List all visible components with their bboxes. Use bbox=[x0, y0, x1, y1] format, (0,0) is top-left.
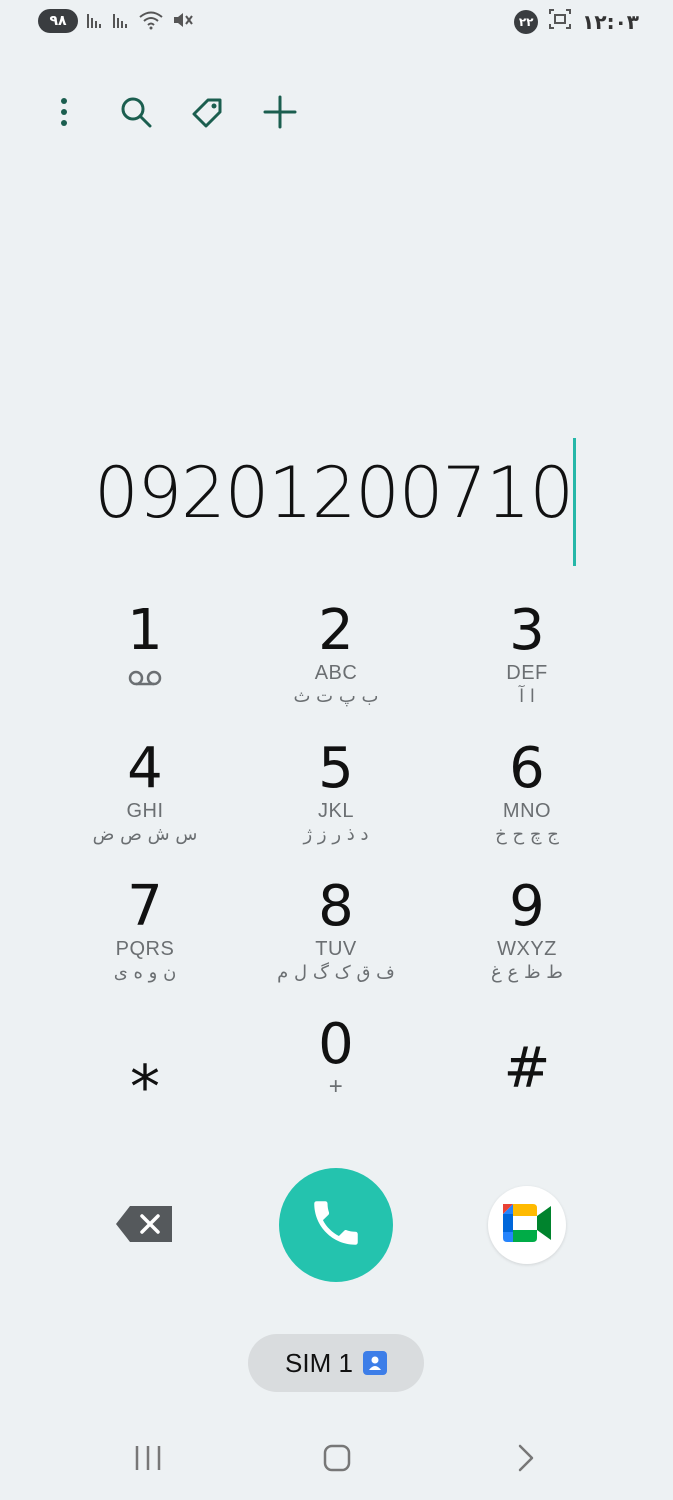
key-letters: ABC bbox=[314, 662, 358, 684]
sim-selector[interactable]: SIM 1 bbox=[248, 1334, 424, 1392]
battery-indicator: ۹۸ bbox=[38, 9, 78, 33]
screenshot-icon bbox=[548, 8, 572, 35]
sim-label: SIM 1 bbox=[285, 1347, 353, 1378]
add-button[interactable] bbox=[258, 92, 302, 136]
key-digit: 0 bbox=[318, 1012, 354, 1077]
video-call-button[interactable] bbox=[488, 1186, 566, 1264]
status-right: ۲۲ ۱۲:۰۳ bbox=[514, 8, 639, 35]
key-letters: + bbox=[328, 1073, 344, 1100]
search-button[interactable] bbox=[114, 92, 158, 136]
key-digit: 8 bbox=[318, 874, 354, 939]
navigation-bar bbox=[0, 1428, 673, 1488]
key-letters: TUV bbox=[315, 938, 357, 960]
key-9[interactable]: 9 WXYZ ط ظ ع غ bbox=[432, 876, 622, 1006]
key-0[interactable]: 0 + bbox=[241, 1014, 431, 1144]
key-persian-letters: ف ق ک گ ل م bbox=[277, 962, 395, 983]
action-row bbox=[0, 1168, 673, 1282]
key-8[interactable]: 8 TUV ف ق ک گ ل م bbox=[241, 876, 431, 1006]
clock: ۱۲:۰۳ bbox=[582, 9, 639, 34]
key-letters: GHI bbox=[126, 800, 164, 822]
more-options-icon bbox=[59, 96, 69, 133]
wifi-icon bbox=[138, 10, 164, 35]
dial-pad: 1 2 ABC ب پ ت ث 3 DEF ا آ 4 GHI س ش ص ض … bbox=[50, 600, 622, 1152]
backspace-icon bbox=[116, 1206, 174, 1248]
key-7[interactable]: 7 PQRS ن و ه ی bbox=[50, 876, 240, 1006]
number-input[interactable]: 09201200710 bbox=[0, 438, 673, 566]
key-letters: WXYZ bbox=[497, 938, 557, 960]
key-letters: PQRS bbox=[115, 938, 175, 960]
voicemail-icon bbox=[128, 670, 162, 691]
tag-button[interactable] bbox=[186, 92, 230, 136]
key-persian-letters: ب پ ت ث bbox=[293, 686, 379, 707]
key-digit: 9 bbox=[509, 874, 545, 939]
tag-icon bbox=[190, 94, 226, 135]
status-bar: ۹۸ ۲۲ ۱۲:۰۳ bbox=[0, 0, 673, 44]
key-digit: # bbox=[503, 1036, 551, 1101]
dialed-number: 09201200710 bbox=[94, 452, 574, 534]
text-cursor bbox=[573, 438, 576, 566]
key-4[interactable]: 4 GHI س ش ص ض bbox=[50, 738, 240, 868]
back-button[interactable] bbox=[496, 1438, 556, 1482]
chevron-right-icon bbox=[515, 1443, 537, 1478]
key-1[interactable]: 1 bbox=[50, 600, 240, 730]
key-letters: DEF bbox=[506, 662, 548, 684]
toolbar bbox=[42, 92, 302, 136]
google-meet-icon bbox=[501, 1202, 553, 1249]
key-letters: MNO bbox=[502, 800, 552, 822]
phone-icon bbox=[307, 1194, 365, 1257]
key-persian-letters: ط ظ ع غ bbox=[491, 962, 563, 983]
key-3[interactable]: 3 DEF ا آ bbox=[432, 600, 622, 730]
key-5[interactable]: 5 JKL د ذ ر ز ژ bbox=[241, 738, 431, 868]
call-button[interactable] bbox=[279, 1168, 393, 1282]
key-row: 7 PQRS ن و ه ی 8 TUV ف ق ک گ ل م 9 WXYZ … bbox=[50, 876, 622, 1014]
key-persian-letters: ن و ه ی bbox=[113, 962, 177, 983]
key-digit: 5 bbox=[318, 736, 354, 801]
key-star[interactable]: ⁎ bbox=[50, 1014, 240, 1144]
add-icon bbox=[262, 94, 298, 135]
signal-icon bbox=[86, 10, 104, 35]
search-icon bbox=[118, 94, 154, 135]
key-row: ⁎ 0 + # bbox=[50, 1014, 622, 1152]
key-row: 1 2 ABC ب پ ت ث 3 DEF ا آ bbox=[50, 600, 622, 738]
key-persian-letters: د ذ ر ز ژ bbox=[303, 824, 369, 845]
key-persian-letters: ا آ bbox=[519, 686, 535, 707]
recent-apps-icon bbox=[133, 1443, 163, 1478]
key-digit: 4 bbox=[127, 736, 163, 801]
key-persian-letters: ج چ ح خ bbox=[495, 824, 559, 845]
key-hash[interactable]: # bbox=[432, 1014, 622, 1144]
recent-apps-button[interactable] bbox=[118, 1438, 178, 1482]
home-icon bbox=[322, 1443, 352, 1478]
sim-contact-icon bbox=[362, 1351, 387, 1375]
status-icons bbox=[86, 10, 194, 35]
more-options-button[interactable] bbox=[42, 92, 86, 136]
key-letters: JKL bbox=[318, 800, 354, 822]
key-digit: 1 bbox=[127, 598, 163, 663]
key-digit: 2 bbox=[318, 598, 354, 663]
mute-icon bbox=[172, 10, 194, 35]
signal-icon bbox=[112, 10, 130, 35]
key-digit: 7 bbox=[127, 874, 163, 939]
key-digit: 3 bbox=[509, 598, 545, 663]
key-2[interactable]: 2 ABC ب پ ت ث bbox=[241, 600, 431, 730]
backspace-button[interactable] bbox=[116, 1204, 174, 1244]
key-6[interactable]: 6 MNO ج چ ح خ bbox=[432, 738, 622, 868]
key-persian-letters: س ش ص ض bbox=[92, 824, 198, 845]
key-digit: 6 bbox=[509, 736, 545, 801]
key-row: 4 GHI س ش ص ض 5 JKL د ذ ر ز ژ 6 MNO ج چ … bbox=[50, 738, 622, 876]
home-button[interactable] bbox=[307, 1438, 367, 1482]
notification-badge: ۲۲ bbox=[514, 9, 539, 34]
key-digit: ⁎ bbox=[130, 1034, 160, 1104]
